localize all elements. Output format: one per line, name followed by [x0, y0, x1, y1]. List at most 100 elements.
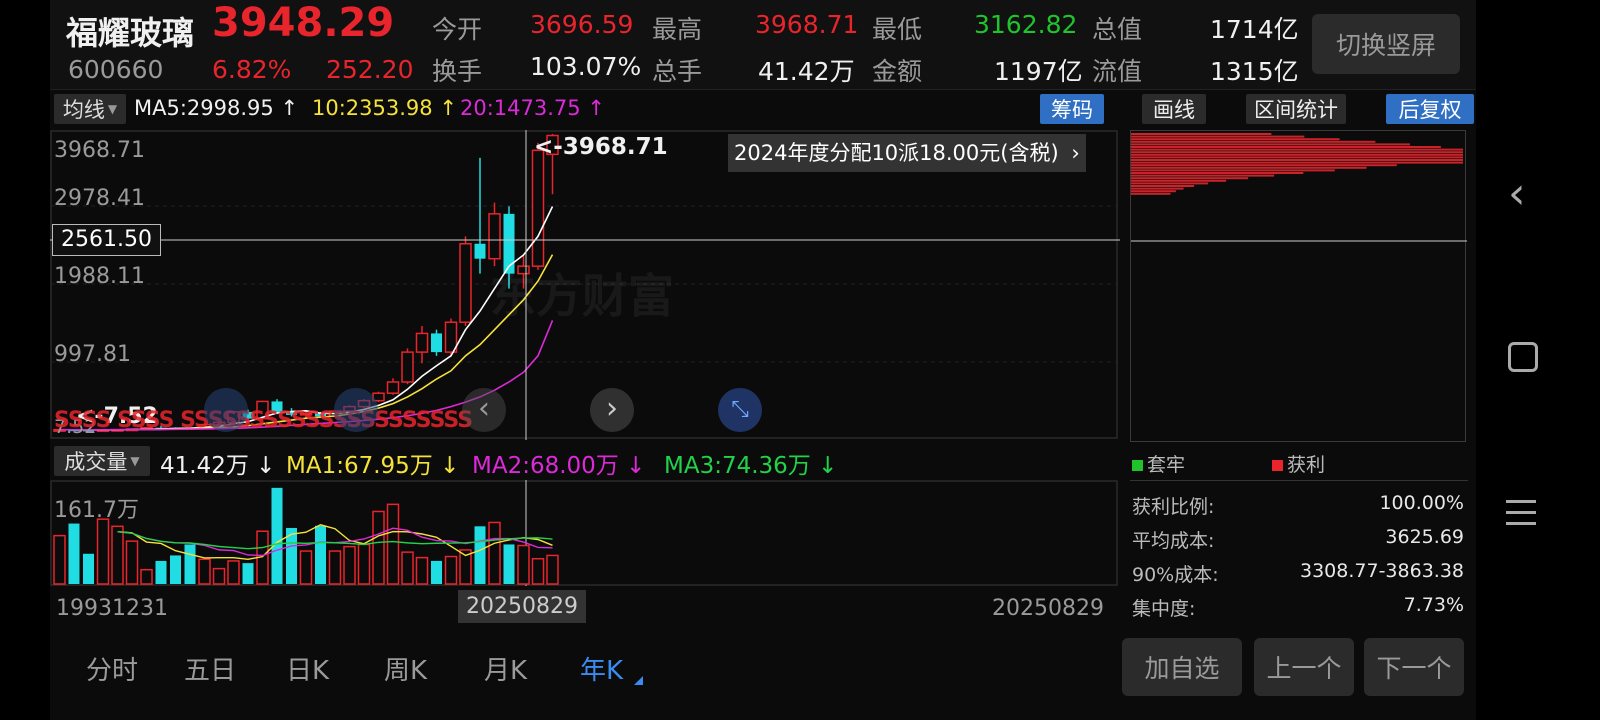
sell-signal-marks: SSSS SSSS SSSSSSSSSSSSSSSSSSSSS [54, 408, 473, 433]
high-label: 最高 [652, 15, 703, 44]
tab-monthly[interactable]: 月K [484, 650, 527, 687]
volume-bar [488, 521, 501, 585]
zoom-out-button[interactable] [204, 388, 248, 432]
volume-bar [517, 544, 530, 585]
chip-bar [1131, 172, 1304, 174]
draw-line-button[interactable]: 画线 [1142, 94, 1206, 124]
vol-value: 41.42万 [758, 57, 855, 86]
chip-bar [1131, 177, 1249, 180]
chips-button[interactable]: 筹码 [1040, 94, 1104, 124]
open-label: 今开 [432, 15, 483, 44]
avg-cost-label: 平均成本: [1132, 530, 1215, 552]
volume-bar [125, 540, 139, 585]
system-nav-bar: ‹ [1476, 0, 1600, 720]
menu-icon[interactable] [1506, 500, 1536, 525]
volume-bar [242, 563, 254, 584]
crosshair-price-label: 2561.50 [52, 224, 161, 256]
volume-bar [140, 568, 153, 585]
amount-value: 1197亿 [994, 57, 1083, 86]
volume-bar [315, 525, 326, 584]
legend-red-swatch [1272, 460, 1283, 471]
avg-cost-value: 3625.69 [1385, 526, 1464, 548]
price-axis-label: 1988.11 [54, 264, 145, 289]
volume-bar [431, 560, 442, 584]
chip-bar [1131, 174, 1275, 177]
volume-dropdown[interactable]: 成交量 ▼ [54, 446, 150, 476]
legend-green-swatch [1132, 460, 1143, 471]
tab-weekly[interactable]: 周K [384, 650, 427, 687]
chip-bar [1131, 166, 1367, 169]
zoom-in-button[interactable] [334, 388, 378, 432]
stock-name: 福耀玻璃 [66, 14, 195, 52]
candle-body [459, 242, 472, 323]
volume-value: 41.42万 ↓ [160, 453, 276, 479]
concentration-label: 集中度: [1132, 598, 1196, 620]
back-nav-icon[interactable]: ‹ [1508, 168, 1526, 219]
chip-bar [1131, 151, 1463, 154]
recent-apps-icon[interactable] [1508, 342, 1538, 372]
chip-bar [1131, 169, 1335, 172]
ma-dropdown[interactable]: 均线 ▼ [54, 94, 126, 124]
watermark: 东方财富 [490, 269, 674, 323]
volume-bar [531, 557, 545, 585]
chip-bar [1131, 185, 1195, 187]
vol-label: 总手 [652, 57, 703, 86]
tab-intraday[interactable]: 分时 [86, 650, 138, 687]
vol-ma1: MA1:67.95万 ↓ [286, 453, 460, 479]
chevron-right-icon[interactable]: › [590, 388, 634, 432]
volume-bar [474, 526, 486, 584]
volume-bar [386, 503, 400, 585]
volume-bar [198, 558, 211, 585]
float-label: 流值 [1092, 57, 1143, 86]
ma10-readout: 10:2353.98 ↑ [312, 96, 457, 120]
chip-bar [1131, 159, 1463, 161]
price-axis-label: 2978.41 [54, 186, 145, 211]
volume-bar [170, 555, 181, 584]
chevron-left-icon[interactable]: ‹ [462, 388, 506, 432]
collapse-icon[interactable]: ⤡ [718, 388, 762, 432]
stock-change: 252.20 [326, 55, 414, 84]
volume-header: 成交量 ▼ 41.42万 ↓ MA1:67.95万 ↓ MA2:68.00万 ↓… [50, 444, 1120, 479]
chip-bar [1131, 164, 1397, 167]
dividend-notice[interactable]: 2024年度分配10派18.00元(含税) › [728, 134, 1086, 172]
open-value: 3696.59 [530, 10, 634, 39]
chip-bar [1131, 140, 1376, 143]
tab-daily[interactable]: 日K [286, 650, 329, 687]
range-stats-button[interactable]: 区间统计 [1246, 94, 1346, 124]
chip-histogram [1131, 133, 1467, 242]
next-stock-button[interactable]: 下一个 [1364, 638, 1464, 696]
switch-vertical-button[interactable]: 切换竖屏 [1312, 14, 1460, 74]
legend-trapped: 套牢 [1132, 450, 1185, 477]
volume-bar [184, 544, 196, 584]
turnover-value: 103.07% [530, 52, 642, 81]
low-label: 最低 [872, 15, 923, 44]
chip-bar [1131, 148, 1463, 151]
candle-body [474, 243, 486, 259]
kline-chart[interactable]: 东方财富 3968.71 2978.41 1988.11 997.81 7.52… [50, 130, 1120, 440]
volume-bar [372, 510, 385, 585]
volume-bar [155, 560, 167, 584]
prev-stock-button[interactable]: 上一个 [1254, 638, 1354, 696]
chip-bar [1131, 135, 1305, 138]
volume-bar [546, 554, 559, 585]
tab-corner-icon [634, 676, 643, 685]
tab-5day[interactable]: 五日 [184, 650, 236, 687]
volume-chart[interactable]: 161.7万 [50, 480, 1120, 586]
ma5-readout: MA5:2998.95 ↑ [134, 96, 299, 120]
volume-bar [83, 553, 94, 584]
volume-bar [227, 560, 240, 585]
float-value: 1315亿 [1210, 57, 1299, 86]
price-axis-label: 3968.71 [54, 138, 145, 163]
volume-bar [53, 534, 66, 585]
add-watchlist-button[interactable]: 加自选 [1122, 638, 1242, 696]
candle-body [415, 332, 429, 353]
period-tabs: 分时 五日 日K 周K 月K 年K [50, 640, 710, 700]
volume-bar [111, 525, 124, 585]
chip-bar [1131, 187, 1184, 190]
chip-bar [1131, 190, 1176, 193]
profit-ratio-label: 获利比例: [1132, 496, 1215, 518]
tab-yearly[interactable]: 年K [580, 650, 623, 687]
ma-row: 均线 ▼ MA5:2998.95 ↑ 10:2353.98 ↑ 20:1473.… [50, 94, 1476, 130]
volume-svg [50, 480, 1118, 586]
adjust-button[interactable]: 后复权 [1386, 94, 1474, 124]
